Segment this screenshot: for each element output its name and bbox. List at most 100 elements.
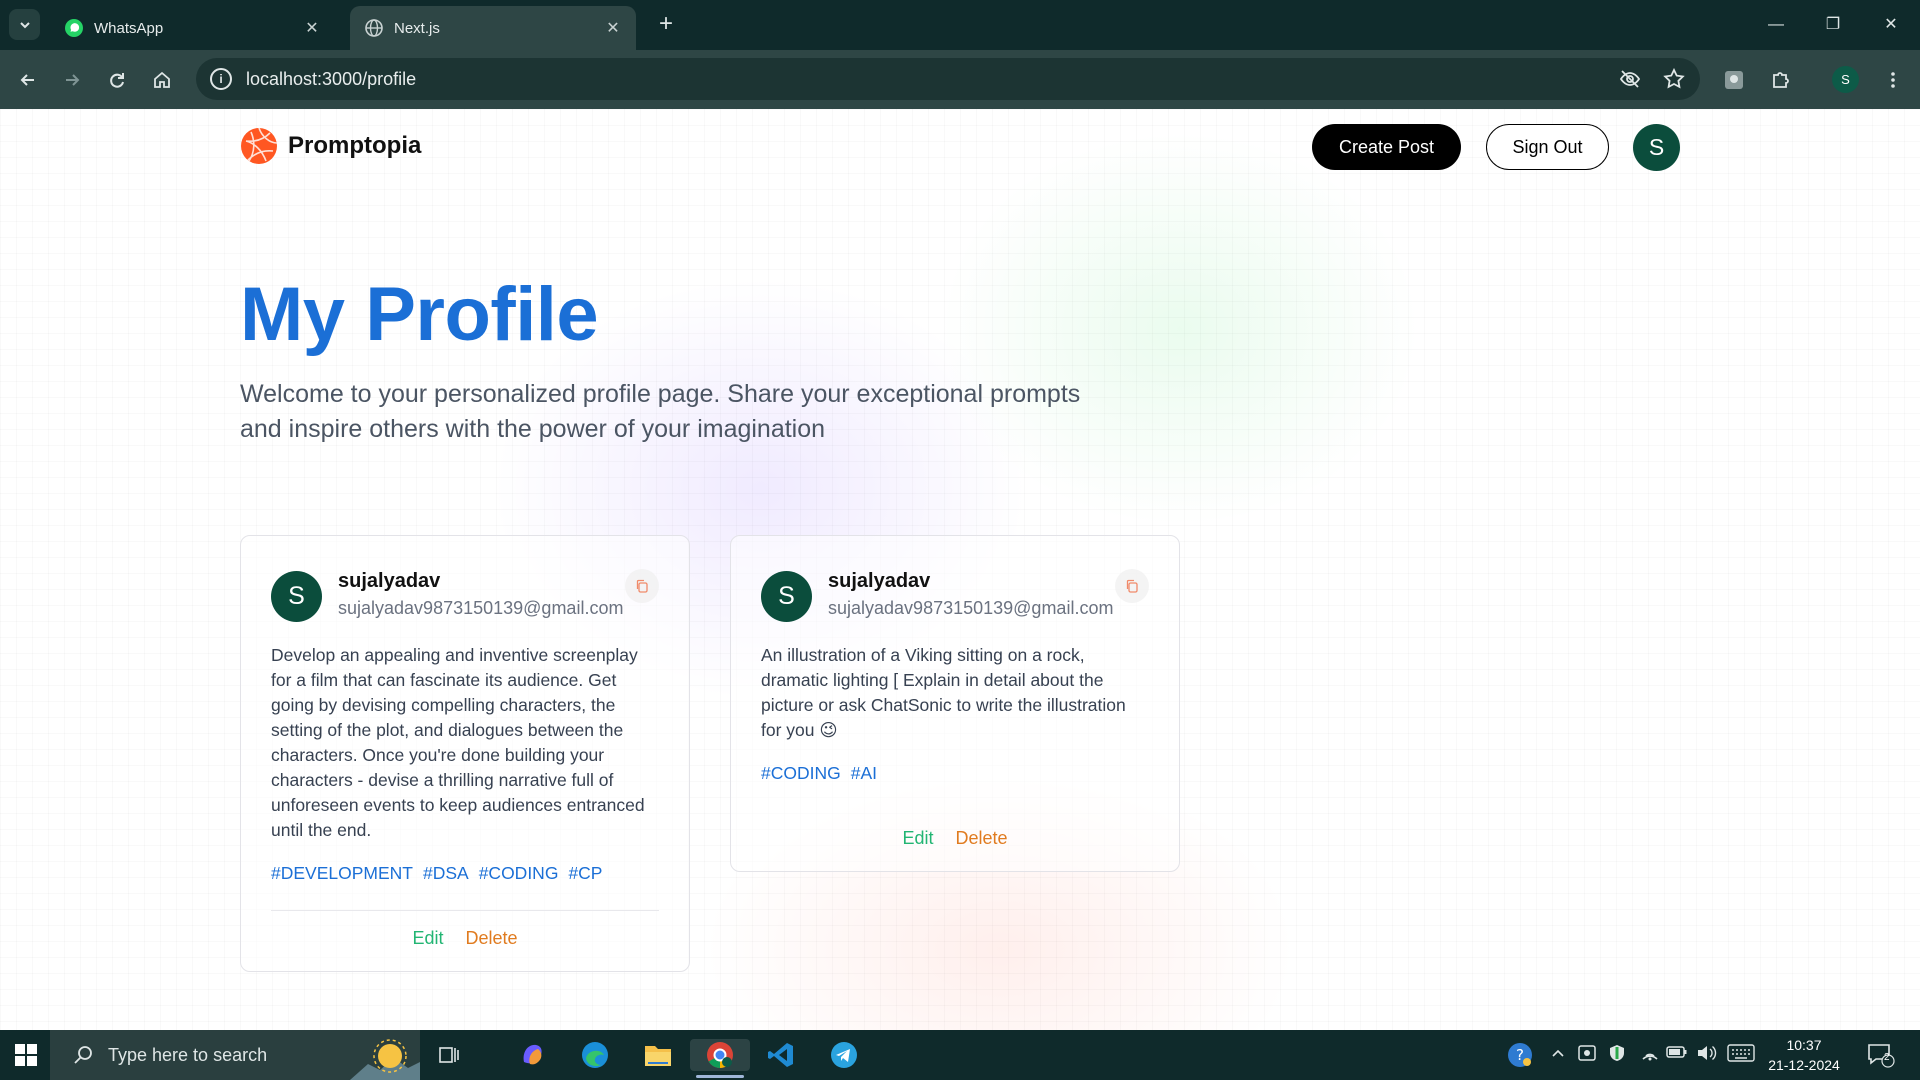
extensions-button[interactable]	[1765, 64, 1797, 96]
card-username[interactable]: sujalyadav	[828, 569, 1113, 593]
security-shield-icon[interactable]	[1607, 1043, 1627, 1066]
logo[interactable]: Promptopia	[240, 127, 421, 165]
edit-button[interactable]: Edit	[412, 928, 443, 949]
eye-off-icon[interactable]	[1618, 67, 1642, 91]
chrome-taskbar-icon[interactable]	[690, 1039, 750, 1078]
clock-date: 21-12-2024	[1768, 1057, 1840, 1073]
create-post-button[interactable]: Create Post	[1312, 124, 1461, 170]
copy-prompt-button[interactable]	[625, 569, 659, 603]
copy-icon	[1126, 579, 1138, 593]
minimize-icon[interactable]: —	[1761, 10, 1791, 40]
extension-photo-button[interactable]	[1718, 64, 1750, 96]
vscode-icon[interactable]	[764, 1039, 798, 1071]
promptopia-logo-icon	[241, 127, 278, 164]
tag-link[interactable]: #CODING	[479, 863, 559, 884]
tag-link[interactable]: #DSA	[423, 863, 469, 884]
address-bar[interactable]: i localhost:3000/profile	[196, 58, 1700, 100]
card-username[interactable]: sujalyadav	[338, 569, 623, 593]
card-actions: Edit Delete	[241, 908, 689, 949]
device-status-icon[interactable]	[1577, 1043, 1597, 1066]
card-user-info: sujalyadav sujalyadav9873150139@gmail.co…	[828, 569, 1113, 623]
browser-toolbar: i localhost:3000/profile S	[0, 50, 1920, 109]
tag-link[interactable]: #DEVELOPMENT	[271, 863, 413, 884]
copy-prompt-button[interactable]	[1115, 569, 1149, 603]
battery-icon[interactable]	[1666, 1044, 1688, 1063]
reload-icon	[110, 73, 124, 88]
whatsapp-icon	[65, 19, 83, 37]
forward-button[interactable]	[56, 64, 88, 96]
notifications-icon[interactable]: 2	[1867, 1042, 1895, 1071]
close-window-icon[interactable]: ✕	[1876, 10, 1906, 40]
card-tags: #DEVELOPMENT #DSA #CODING #CP	[271, 863, 659, 884]
page-title: My Profile	[240, 272, 599, 357]
keyboard-icon[interactable]	[1727, 1044, 1755, 1065]
arrow-right-icon	[66, 74, 80, 86]
windows-taskbar: Type here to search ? 10:37 21-12-2024 2	[0, 1030, 1920, 1080]
new-tab-button[interactable]: +	[652, 11, 680, 39]
reload-button[interactable]	[101, 64, 133, 96]
globe-icon	[365, 19, 383, 37]
page-content: Promptopia Create Post Sign Out S My Pro…	[0, 109, 1920, 1030]
card-prompt-text: Develop an appealing and inventive scree…	[271, 645, 645, 840]
browser-menu-button[interactable]	[1877, 64, 1909, 96]
card-tags: #CODING #AI	[761, 763, 1149, 784]
clock-time: 10:37	[1786, 1037, 1822, 1053]
browser-tab-bar: WhatsApp ✕ Next.js ✕ + — ❐ ✕	[0, 0, 1920, 50]
prompt-card: S sujalyadav sujalyadav9873150139@gmail.…	[240, 535, 690, 972]
sign-out-button[interactable]: Sign Out	[1486, 124, 1609, 170]
tag-link[interactable]: #AI	[851, 763, 877, 784]
tag-link[interactable]: #CODING	[761, 763, 841, 784]
url-text[interactable]: localhost:3000/profile	[246, 69, 416, 90]
help-icon[interactable]: ?	[1506, 1041, 1534, 1072]
weather-sun-icon	[350, 1039, 420, 1080]
card-email: sujalyadav9873150139@gmail.com	[338, 598, 624, 618]
telegram-icon[interactable]	[827, 1039, 861, 1071]
close-tab-icon[interactable]: ✕	[301, 18, 323, 38]
logo-text: Promptopia	[288, 132, 422, 159]
back-button[interactable]	[12, 64, 44, 96]
notification-count: 2	[1884, 1052, 1890, 1063]
page-description: Welcome to your personalized profile pag…	[240, 380, 1081, 443]
wifi-icon[interactable]	[1640, 1043, 1660, 1066]
close-tab-icon[interactable]: ✕	[602, 18, 624, 38]
chevron-up-icon[interactable]	[1550, 1045, 1566, 1064]
delete-button[interactable]: Delete	[956, 828, 1008, 849]
card-actions: Edit Delete	[731, 828, 1179, 849]
chevron-down-icon	[19, 21, 30, 28]
site-info-icon[interactable]: i	[210, 68, 232, 90]
card-prompt-text: An illustration of a Viking sitting on a…	[761, 645, 1126, 740]
volume-icon[interactable]	[1695, 1043, 1717, 1066]
card-user-info: sujalyadav sujalyadav9873150139@gmail.co…	[338, 569, 623, 623]
search-icon	[74, 1046, 92, 1064]
tab-title: WhatsApp	[94, 19, 164, 37]
card-avatar[interactable]: S	[271, 570, 322, 622]
delete-button[interactable]: Delete	[466, 928, 518, 949]
copilot-icon[interactable]	[516, 1039, 550, 1071]
tab-whatsapp[interactable]: WhatsApp ✕	[50, 6, 335, 50]
search-placeholder: Type here to search	[108, 1044, 268, 1065]
edit-button[interactable]: Edit	[902, 828, 933, 849]
extension-app-icon	[1725, 71, 1743, 89]
bookmark-star-icon[interactable]	[1662, 67, 1686, 91]
taskbar-search[interactable]: Type here to search	[50, 1030, 420, 1080]
tab-nextjs[interactable]: Next.js ✕	[350, 6, 636, 50]
windows-start-icon[interactable]	[12, 1041, 40, 1069]
card-header: S sujalyadav sujalyadav9873150139@gmail.…	[761, 569, 1149, 623]
home-icon	[154, 71, 170, 88]
system-clock[interactable]: 10:37 21-12-2024	[1764, 1035, 1844, 1075]
user-avatar[interactable]: S	[1633, 124, 1680, 171]
card-avatar[interactable]: S	[761, 570, 812, 622]
prompt-card: S sujalyadav sujalyadav9873150139@gmail.…	[730, 535, 1180, 872]
puzzle-icon	[1773, 72, 1789, 88]
tab-title: Next.js	[394, 19, 440, 37]
tab-search-button[interactable]	[9, 9, 40, 40]
copy-icon	[636, 579, 648, 593]
file-explorer-icon[interactable]	[641, 1039, 675, 1071]
home-button[interactable]	[146, 64, 178, 96]
tag-link[interactable]: #CP	[568, 863, 602, 884]
task-view-icon[interactable]	[432, 1039, 466, 1071]
browser-profile-avatar[interactable]: S	[1832, 66, 1859, 93]
more-vertical-icon	[1891, 72, 1895, 88]
edge-icon[interactable]	[578, 1039, 612, 1071]
restore-icon[interactable]: ❐	[1818, 10, 1848, 40]
